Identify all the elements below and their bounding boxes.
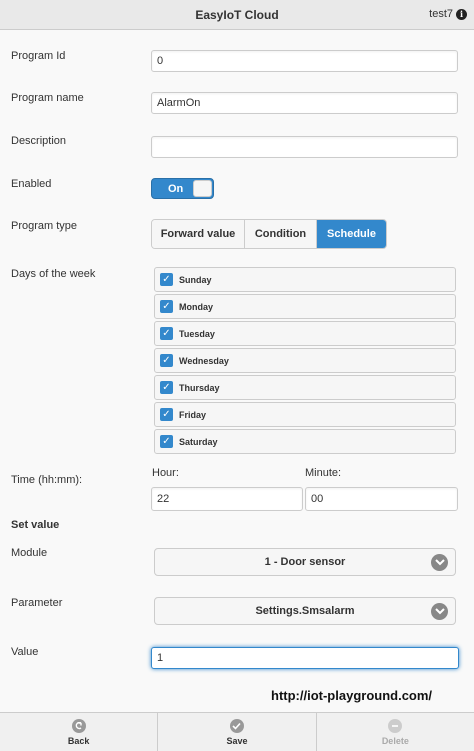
time-label: Time (hh:mm):: [11, 474, 83, 486]
app-header: EasyIoT Cloud test7 i: [0, 0, 474, 30]
day-checkbox-saturday[interactable]: ✓ Saturday: [154, 429, 456, 454]
back-arrow-icon: [71, 718, 86, 733]
checkmark-icon: ✓: [160, 327, 173, 340]
program-type-condition[interactable]: Condition: [245, 220, 317, 248]
module-selected: 1 - Door sensor: [264, 556, 346, 568]
module-label: Module: [11, 547, 48, 559]
back-button[interactable]: Back: [0, 713, 159, 751]
day-label: Wednesday: [179, 355, 229, 366]
hour-input[interactable]: [151, 487, 303, 511]
delete-label: Delete: [381, 735, 409, 746]
enabled-toggle[interactable]: On: [151, 178, 214, 199]
day-checkbox-sunday[interactable]: ✓ Sunday: [154, 267, 456, 292]
checkmark-icon: ✓: [160, 435, 173, 448]
checkmark-icon: ✓: [160, 408, 173, 421]
check-icon: [229, 718, 244, 733]
username: test7: [429, 8, 453, 20]
day-label: Thursday: [179, 382, 220, 393]
day-label: Sunday: [179, 274, 212, 285]
footer-navbar: Back Save Delete: [0, 712, 474, 751]
program-type-label: Program type: [11, 220, 78, 232]
parameter-select[interactable]: Settings.Smsalarm: [154, 597, 456, 625]
day-checkbox-tuesday[interactable]: ✓ Tuesday: [154, 321, 456, 346]
day-checkbox-friday[interactable]: ✓ Friday: [154, 402, 456, 427]
checkmark-icon: ✓: [160, 300, 173, 313]
day-checkbox-monday[interactable]: ✓ Monday: [154, 294, 456, 319]
checkmark-icon: ✓: [160, 381, 173, 394]
save-label: Save: [226, 735, 248, 746]
minute-input[interactable]: [305, 487, 458, 511]
enabled-label: Enabled: [11, 178, 52, 190]
minute-label: Minute:: [305, 467, 342, 479]
day-checkbox-thursday[interactable]: ✓ Thursday: [154, 375, 456, 400]
program-type-selector: Forward value Condition Schedule: [151, 219, 387, 249]
program-id-input[interactable]: [151, 50, 458, 72]
program-type-schedule[interactable]: Schedule: [317, 220, 386, 248]
value-input[interactable]: [151, 647, 459, 669]
day-checkbox-wednesday[interactable]: ✓ Wednesday: [154, 348, 456, 373]
description-label: Description: [11, 135, 67, 147]
minus-icon: [388, 718, 403, 733]
info-icon[interactable]: i: [456, 8, 467, 20]
day-label: Monday: [179, 301, 214, 312]
day-label: Friday: [179, 409, 207, 420]
chevron-down-icon: [431, 554, 448, 571]
day-label: Tuesday: [179, 328, 215, 339]
chevron-down-icon: [431, 603, 448, 620]
program-name-label: Program name: [11, 92, 84, 104]
toggle-state: On: [168, 183, 184, 195]
days-label: Days of the week: [11, 268, 96, 280]
module-select[interactable]: 1 - Door sensor: [154, 548, 456, 576]
site-link[interactable]: http://iot-playground.com/: [271, 688, 432, 703]
back-label: Back: [67, 735, 90, 746]
program-name-input[interactable]: [151, 92, 458, 114]
parameter-label: Parameter: [11, 597, 63, 609]
description-input[interactable]: [151, 136, 458, 158]
toggle-knob[interactable]: [193, 180, 212, 197]
hour-label: Hour:: [152, 467, 179, 479]
value-label: Value: [11, 646, 39, 658]
delete-button[interactable]: Delete: [317, 713, 474, 751]
set-value-heading: Set value: [11, 519, 60, 531]
checkmark-icon: ✓: [160, 354, 173, 367]
page-title: EasyIoT Cloud: [195, 7, 279, 22]
day-label: Saturday: [179, 436, 218, 447]
program-id-label: Program Id: [11, 50, 66, 62]
parameter-selected: Settings.Smsalarm: [255, 605, 355, 617]
save-button[interactable]: Save: [158, 713, 317, 751]
user-info[interactable]: test7 i: [429, 8, 467, 20]
program-type-forward-value[interactable]: Forward value: [152, 220, 245, 248]
checkmark-icon: ✓: [160, 273, 173, 286]
